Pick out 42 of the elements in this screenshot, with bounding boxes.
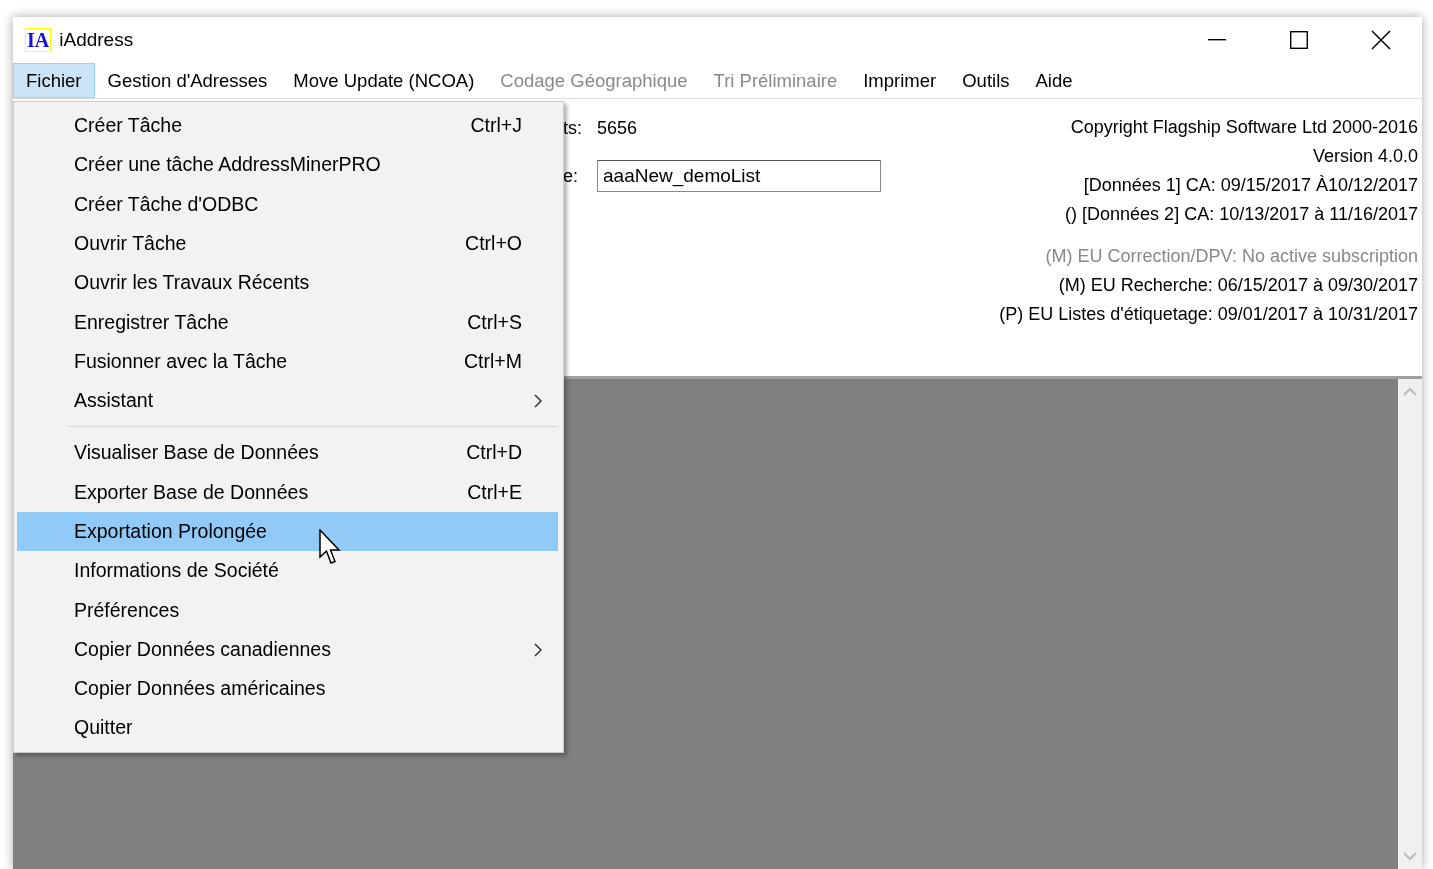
mouse-pointer-icon: [319, 529, 343, 567]
minimize-icon: [1208, 39, 1226, 41]
info-line: [Données 1] CA: 09/15/2017 À10/12/2017: [1082, 174, 1418, 197]
menu-item[interactable]: Fusionner avec la Tâche Ctrl+M: [17, 341, 558, 382]
menu-item[interactable]: Exporter Base de Données Ctrl+E: [17, 472, 558, 512]
menu-item[interactable]: Copier Données canadiennes: [17, 629, 558, 670]
scrollbar[interactable]: [1398, 379, 1422, 869]
menu-item[interactable]: Assistant: [17, 381, 558, 421]
info-line: Copyright Flagship Software Ltd 2000-2016: [1069, 116, 1418, 139]
info-line: (M) EU Recherche: 06/15/2017 à 09/30/2017: [1057, 274, 1418, 297]
menu-item[interactable]: Aide: [1022, 63, 1086, 98]
menu-item[interactable]: Ouvrir Tâche Ctrl+O: [17, 223, 558, 264]
menu-item[interactable]: Créer Tâche d'ODBC: [17, 184, 558, 224]
menu-item[interactable]: Move Update (NCOA): [280, 63, 488, 98]
menu-item[interactable]: Outils: [949, 63, 1023, 98]
window-title: iAddress: [59, 27, 134, 52]
info-line: (P) EU Listes d'étiquetage: 09/01/2017 à 10/31/2017: [998, 303, 1418, 326]
maximize-icon: [1290, 31, 1308, 49]
menu-item[interactable]: Fichier: [13, 63, 95, 98]
menu-item[interactable]: Visualiser Base de Données Ctrl+D: [17, 433, 558, 473]
menu-item[interactable]: Quitter: [17, 708, 558, 748]
close-icon: [1371, 30, 1391, 50]
menu-item[interactable]: Ouvrir les Travaux Récents: [17, 263, 558, 303]
menu-item[interactable]: Préférences: [17, 590, 558, 630]
menu-item[interactable]: Exportation Prolongée: [17, 511, 558, 552]
info-line: () [Données 2] CA: 10/13/2017 à 11/16/2017: [1064, 203, 1418, 226]
menu-item[interactable]: Enregistrer Tâche Ctrl+S: [17, 302, 558, 342]
menu-item[interactable]: Copier Données américaines: [17, 669, 558, 709]
menu-item[interactable]: Créer Tâche Ctrl+J: [17, 106, 558, 146]
menu-item[interactable]: Informations de Société: [17, 551, 558, 591]
menu-item[interactable]: Gestion d'Adresses: [94, 63, 281, 98]
menu-item[interactable]: Imprimer: [850, 63, 950, 98]
app-logo: IA: [25, 28, 52, 52]
info-line: Version 4.0.0: [1311, 145, 1418, 168]
field-value: 5656: [597, 117, 638, 140]
info-line: (M) EU Correction/DPV: No active subscription: [1044, 245, 1418, 268]
field-label: ts:: [563, 117, 583, 140]
scroll-up-icon[interactable]: [1403, 387, 1417, 396]
field-label: e:: [563, 164, 579, 188]
menu-item[interactable]: Créer une tâche AddressMinerPRO: [17, 145, 558, 185]
name-field[interactable]: aaaNew_demoList: [597, 160, 881, 192]
scroll-down-icon[interactable]: [1403, 852, 1417, 861]
